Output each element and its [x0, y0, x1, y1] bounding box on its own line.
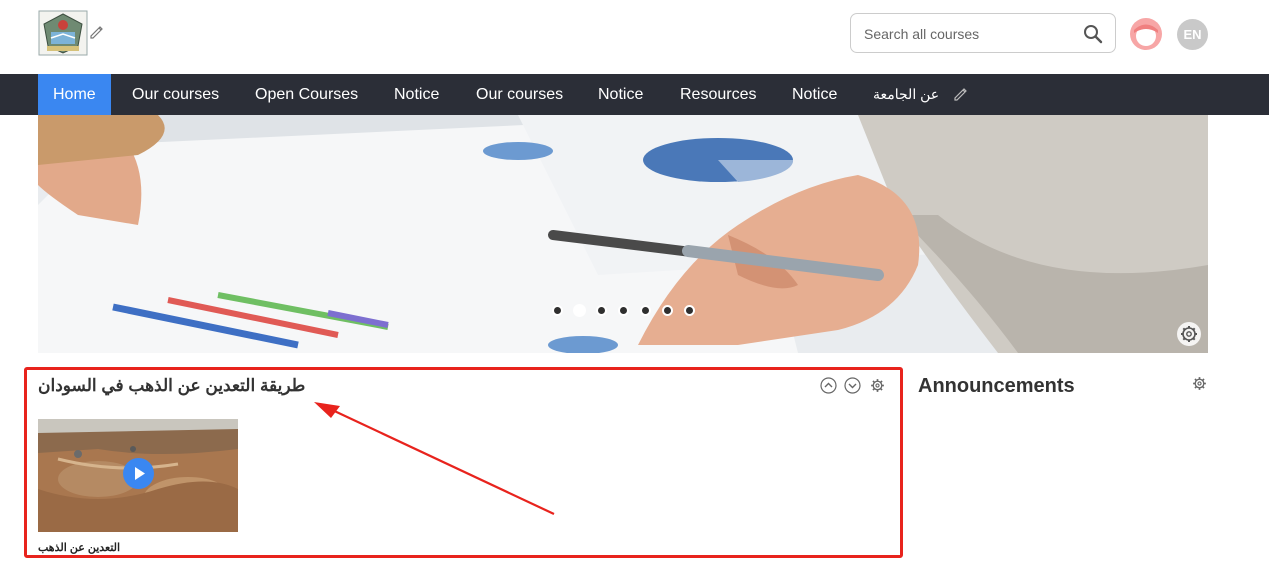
site-header: EN [0, 0, 1269, 74]
nav-notice-3[interactable]: Notice [792, 74, 837, 115]
pencil-icon[interactable] [88, 24, 104, 40]
pencil-icon[interactable] [952, 86, 968, 102]
move-down-icon[interactable] [844, 377, 861, 394]
search-box [850, 13, 1116, 53]
nav-home[interactable]: Home [38, 74, 111, 115]
slider-dot[interactable] [596, 305, 607, 316]
block-title: طريقة التعدين عن الذهب في السودان [38, 376, 306, 395]
move-up-icon[interactable] [820, 377, 837, 394]
annotation-arrow [314, 402, 555, 515]
nav-notice-2[interactable]: Notice [598, 74, 643, 115]
video-caption[interactable]: التعدين عن الذهب [38, 541, 120, 554]
gear-icon[interactable] [869, 377, 886, 394]
search-icon[interactable] [1083, 24, 1103, 44]
nav-notice[interactable]: Notice [394, 74, 439, 115]
slider-dot[interactable] [552, 305, 563, 316]
slider-dot[interactable] [640, 305, 651, 316]
video-thumbnail[interactable] [38, 419, 238, 532]
site-logo[interactable] [38, 10, 88, 56]
slider-dot[interactable] [618, 305, 629, 316]
gear-icon[interactable] [1191, 375, 1208, 392]
gear-icon[interactable] [1177, 322, 1201, 346]
hero-slider [38, 115, 1208, 353]
slider-dot[interactable] [662, 305, 673, 316]
user-avatar[interactable] [1129, 17, 1163, 51]
nav-our-courses-2[interactable]: Our courses [476, 74, 563, 115]
play-icon[interactable] [123, 458, 154, 489]
slider-dot[interactable] [684, 305, 695, 316]
search-input[interactable] [864, 23, 1074, 45]
language-button[interactable]: EN [1177, 19, 1208, 50]
hero-image [38, 115, 1208, 353]
nav-about-university[interactable]: عن الجامعة [873, 74, 939, 115]
nav-open-courses[interactable]: Open Courses [255, 74, 358, 115]
nav-our-courses[interactable]: Our courses [132, 74, 219, 115]
announcements-title: Announcements [918, 375, 1075, 397]
main-nav: Home Our courses Open Courses Notice Our… [0, 74, 1269, 115]
slider-dot-active[interactable] [573, 304, 586, 317]
nav-resources[interactable]: Resources [680, 74, 756, 115]
